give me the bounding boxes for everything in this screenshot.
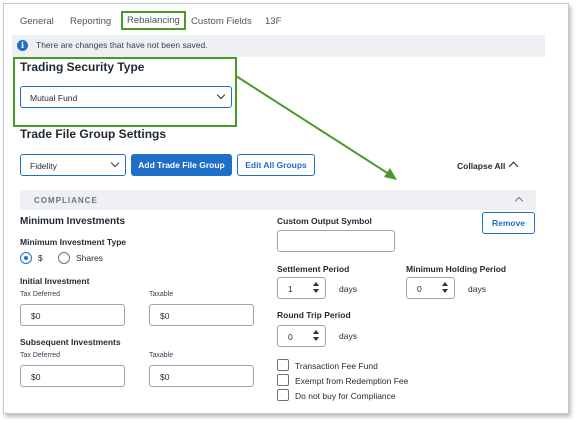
- subsequent-tax-deferred-label: Tax Deferred: [20, 352, 61, 359]
- settlement-period-value: 1: [288, 284, 293, 294]
- do-not-buy-compliance-label: Do not buy for Compliance: [295, 391, 396, 401]
- remove-button[interactable]: Remove: [482, 212, 535, 234]
- initial-taxable-label: Taxable: [149, 291, 174, 298]
- compliance-section-header[interactable]: COMPLIANCE: [20, 190, 536, 210]
- initial-tax-deferred-input[interactable]: $0: [20, 304, 125, 326]
- min-holding-days-label: days: [468, 284, 486, 294]
- stepper-arrows-icon[interactable]: [313, 282, 320, 296]
- trade-file-group-value: Fidelity: [30, 161, 57, 171]
- min-holding-period-label: Minimum Holding Period: [406, 264, 507, 274]
- min-holding-period-stepper[interactable]: 0: [406, 277, 455, 299]
- round-trip-days-label: days: [339, 331, 357, 341]
- edit-all-groups-button[interactable]: Edit All Groups: [237, 154, 315, 176]
- trade-file-group-title: Trade File Group Settings: [20, 127, 167, 141]
- transaction-fee-fund-label: Transaction Fee Fund: [295, 361, 378, 371]
- initial-taxable-input[interactable]: $0: [149, 304, 254, 326]
- round-trip-period-value: 0: [288, 332, 293, 342]
- chevron-up-icon[interactable]: [514, 196, 524, 206]
- settlement-period-stepper[interactable]: 1: [277, 277, 326, 299]
- settings-panel: General Reporting Rebalancing Custom Fie…: [3, 3, 569, 414]
- radio-dollar-label: $: [38, 253, 43, 263]
- initial-tax-deferred-label: Tax Deferred: [20, 291, 61, 298]
- min-investment-type-label: Minimum Investment Type: [20, 237, 127, 247]
- stepper-arrows-icon[interactable]: [313, 330, 320, 344]
- stepper-arrows-icon[interactable]: [442, 282, 449, 296]
- trade-file-group-select[interactable]: Fidelity: [20, 154, 126, 176]
- initial-investment-label: Initial Investment: [20, 276, 90, 286]
- round-trip-period-stepper[interactable]: 0: [277, 325, 326, 347]
- chevron-down-icon: [110, 158, 120, 168]
- radio-shares[interactable]: [58, 252, 70, 264]
- round-trip-period-label: Round Trip Period: [277, 310, 351, 320]
- exempt-redemption-fee-label: Exempt from Redemption Fee: [295, 376, 409, 386]
- subsequent-taxable-label: Taxable: [149, 352, 174, 359]
- subsequent-tax-deferred-input[interactable]: $0: [20, 365, 125, 387]
- radio-shares-label: Shares: [76, 253, 103, 263]
- custom-output-symbol-label: Custom Output Symbol: [277, 216, 372, 226]
- transaction-fee-fund-checkbox[interactable]: [277, 359, 289, 371]
- subsequent-taxable-input[interactable]: $0: [149, 365, 254, 387]
- minimum-investments-title: Minimum Investments: [20, 216, 126, 227]
- do-not-buy-compliance-checkbox[interactable]: [277, 389, 289, 401]
- settlement-days-label: days: [339, 284, 357, 294]
- min-holding-period-value: 0: [417, 284, 422, 294]
- radio-dollar[interactable]: [20, 252, 32, 264]
- custom-output-symbol-input[interactable]: [277, 230, 395, 252]
- settlement-period-label: Settlement Period: [277, 264, 350, 274]
- subsequent-investments-label: Subsequent Investments: [20, 337, 121, 347]
- exempt-redemption-fee-checkbox[interactable]: [277, 374, 289, 386]
- compliance-header-label: COMPLIANCE: [34, 196, 98, 205]
- collapse-all-button[interactable]: Collapse All: [457, 161, 505, 171]
- add-trade-file-group-button[interactable]: Add Trade File Group: [131, 154, 232, 176]
